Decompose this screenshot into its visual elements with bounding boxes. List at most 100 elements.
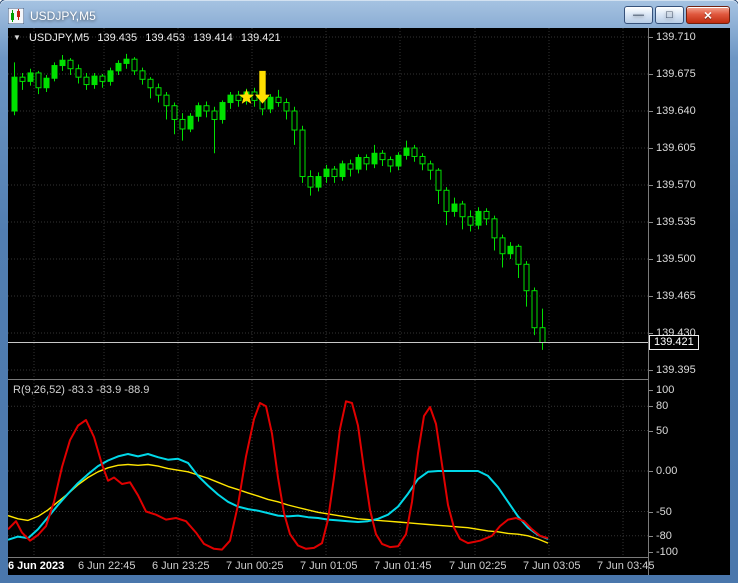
window-title: USDJPY,M5	[30, 8, 96, 23]
candle-body	[107, 70, 114, 82]
minimize-icon: —	[633, 8, 644, 21]
candle-body	[515, 245, 522, 265]
candle-body	[51, 65, 58, 79]
candle-body	[75, 68, 82, 78]
candle-body	[451, 203, 458, 212]
time-tick-label: 7 Jun 01:45	[374, 560, 432, 572]
time-axis[interactable]: 6 Jun 2023 6 Jun 22:45 6 Jun 23:25 7 Jun 00…	[8, 558, 730, 575]
candle-body	[91, 75, 98, 86]
candle-body	[43, 77, 50, 89]
time-tick-label: 7 Jun 01:05	[300, 560, 358, 572]
main-price-chart[interactable]	[8, 28, 648, 379]
candle-body	[219, 102, 226, 120]
axis-tick-label: 139.465	[649, 290, 696, 302]
candle-body	[307, 176, 314, 188]
candle-body	[435, 169, 442, 191]
candle-body	[483, 210, 490, 220]
quote-info: ▼ USDJPY,M5 139.435 139.453 139.414 139.…	[13, 32, 286, 44]
candle-body	[235, 94, 242, 101]
candle-body	[507, 245, 514, 255]
candle-body	[139, 70, 146, 80]
candle-body	[531, 290, 538, 329]
axis-tick-label: 139.605	[649, 142, 696, 154]
close-icon: ×	[703, 7, 713, 23]
candle-body	[379, 152, 386, 161]
quote-symbol: USDJPY,M5	[28, 32, 90, 44]
candle-body	[403, 147, 410, 156]
axis-tick-label: 80	[648, 400, 669, 413]
mt4-chart-window: USDJPY,M5 — □ × ▼ USDJPY,M5 139.435 139.…	[0, 0, 738, 583]
symbol-dropdown-icon[interactable]: ▼	[13, 33, 21, 42]
candle-body	[467, 216, 474, 226]
candle-body	[323, 168, 330, 178]
candle-body	[11, 76, 18, 112]
candle-body	[163, 94, 170, 107]
candle-body	[331, 168, 338, 178]
candle-body	[227, 94, 234, 104]
candle-body	[419, 155, 426, 165]
candle-body	[35, 72, 42, 89]
candle-body	[395, 154, 402, 167]
time-tick-label: 6 Jun 22:45	[78, 560, 136, 572]
chart-client-area: ▼ USDJPY,M5 139.435 139.453 139.414 139.…	[8, 28, 730, 575]
quote-low: 139.414	[193, 32, 233, 44]
candle-body	[427, 163, 434, 171]
window-titlebar[interactable]: USDJPY,M5 — □ ×	[7, 3, 730, 28]
time-tick-label: 6 Jun 2023	[8, 560, 65, 572]
candle-body	[387, 159, 394, 167]
axis-tick-label: 139.395	[649, 364, 696, 376]
candle-body	[363, 157, 370, 165]
candle-body	[19, 76, 26, 82]
candle-body	[275, 96, 282, 104]
candle-body	[155, 87, 162, 96]
candle-body	[491, 218, 498, 239]
candle-body	[187, 115, 194, 130]
axis-tick-label: 139.710	[649, 31, 696, 43]
candle-body	[27, 72, 34, 82]
quote-close: 139.421	[240, 32, 281, 44]
candle-body	[283, 102, 290, 112]
candle-body	[211, 110, 218, 120]
axis-tick-label: 0.00	[648, 465, 678, 477]
candle-body	[499, 237, 506, 255]
axis-tick-label: -100	[648, 546, 679, 558]
indicator-label: R(9,26,52) -83.3 -83.9 -88.9	[13, 384, 150, 396]
candle-body	[251, 91, 258, 101]
price-axis[interactable]: 139.710 139.675 139.640 139.605 139.570 139.5…	[648, 28, 730, 575]
candle-body	[67, 59, 74, 70]
axis-tick-label: 139.675	[649, 68, 696, 80]
axis-tick-label: 50	[648, 424, 669, 437]
candle-body	[411, 147, 418, 157]
candle-body	[443, 189, 450, 212]
candle-body	[147, 78, 154, 89]
candle-body	[291, 110, 298, 131]
indicator-chart[interactable]	[8, 380, 648, 557]
candle-body	[59, 59, 66, 67]
candle-body	[179, 118, 186, 130]
axis-tick-label: 100	[648, 384, 675, 396]
window-controls: — □ ×	[624, 6, 730, 24]
close-button[interactable]: ×	[686, 6, 730, 24]
candle-body	[475, 210, 482, 226]
quote-open: 139.435	[97, 32, 138, 44]
candle-body	[315, 176, 322, 188]
axis-tick-label: -50	[649, 505, 672, 518]
axis-tick-label: -80	[649, 529, 672, 542]
candle-body	[123, 58, 130, 64]
candle-body	[355, 157, 362, 170]
maximize-button[interactable]: □	[655, 6, 684, 24]
time-tick-label: 7 Jun 03:45	[597, 560, 655, 572]
candle-body	[83, 76, 90, 86]
candle-body	[267, 96, 274, 110]
candle-body	[459, 203, 466, 218]
axis-tick-label: 139.570	[649, 179, 696, 191]
bid-price-box: 139.421	[649, 334, 699, 350]
candle-body	[115, 62, 122, 72]
quote-high: 139.453	[145, 32, 185, 44]
candle-body	[523, 263, 530, 292]
time-tick-label: 7 Jun 03:05	[523, 560, 581, 572]
minimize-button[interactable]: —	[624, 6, 653, 24]
candle-body	[99, 75, 106, 82]
candle-body	[339, 163, 346, 178]
time-tick-label: 7 Jun 02:25	[449, 560, 507, 572]
